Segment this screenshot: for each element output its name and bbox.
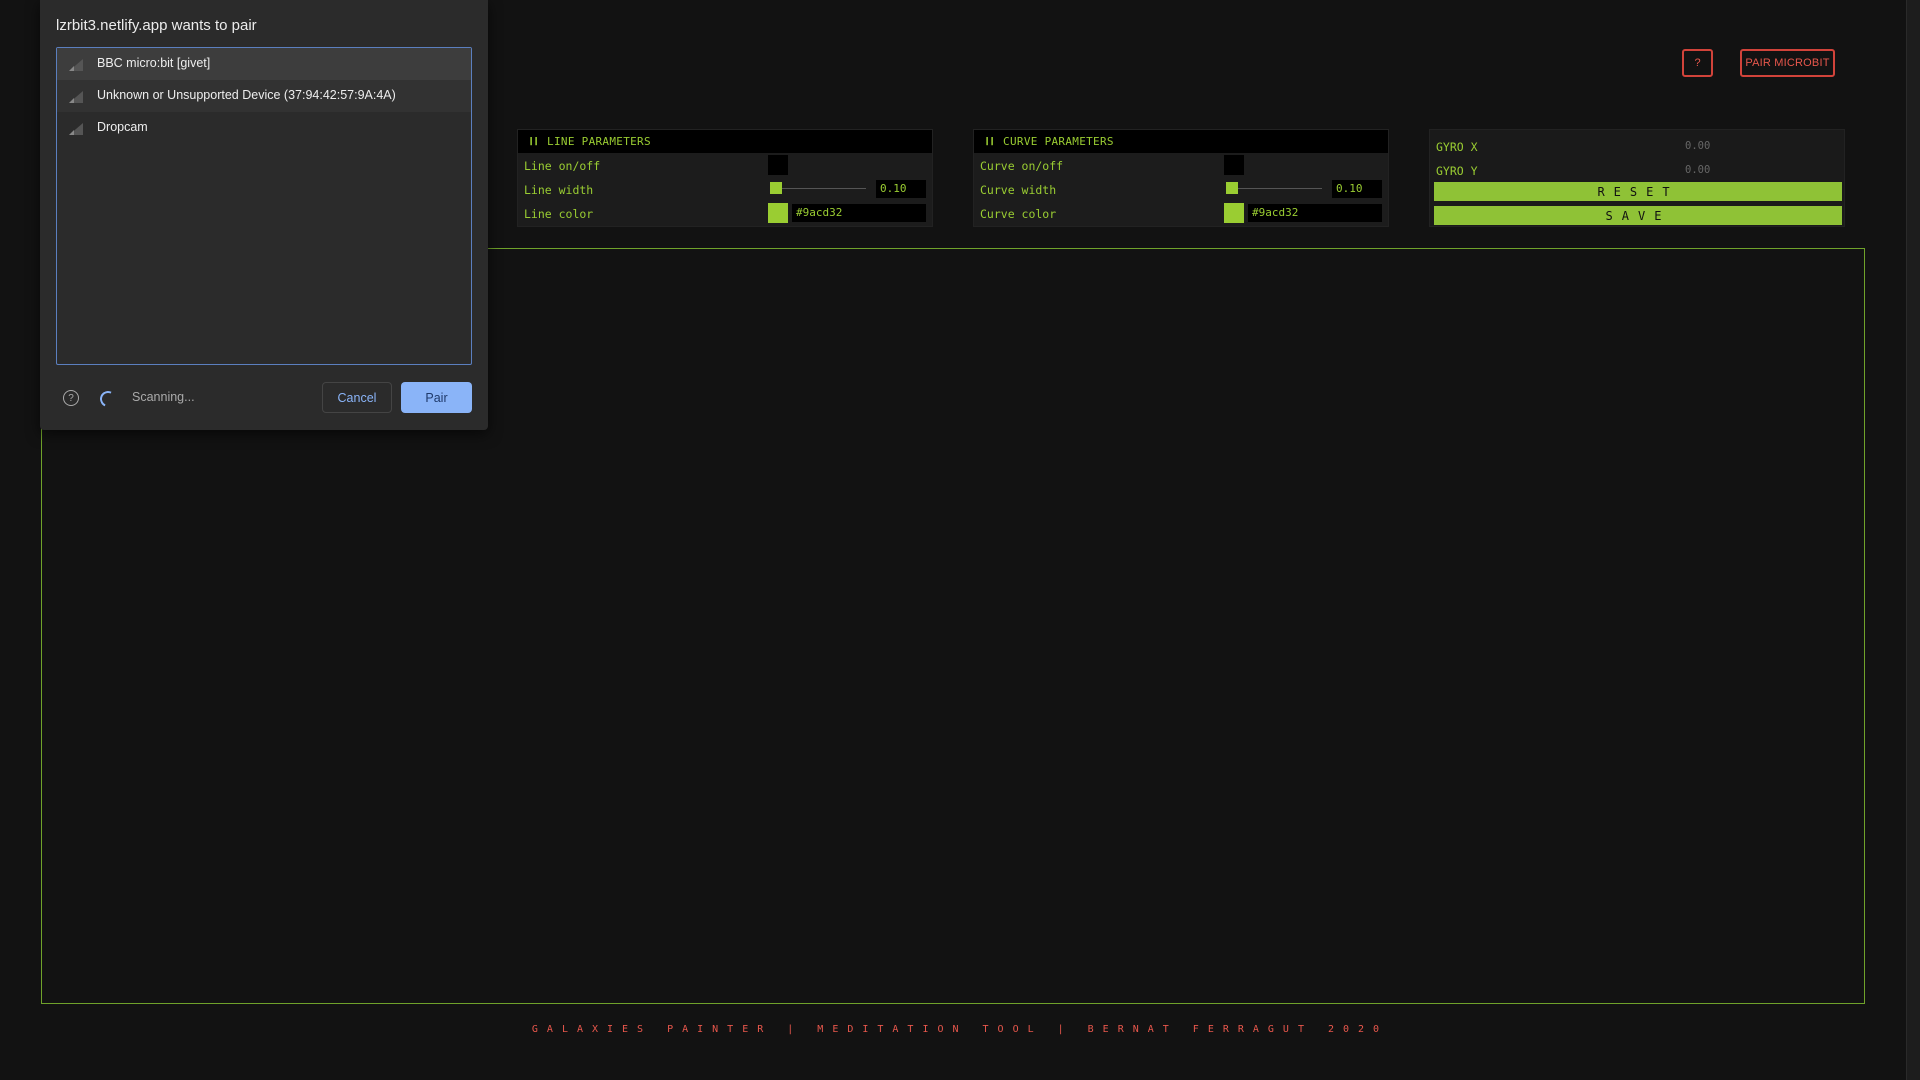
curve-parameters-title: CURVE PARAMETERS	[1003, 135, 1114, 148]
line-parameters-header[interactable]: ❙❙ LINE PARAMETERS	[518, 130, 932, 153]
pair-microbit-button[interactable]: PAIR MICROBIT	[1740, 49, 1835, 77]
line-width-row: Line width 0.10	[518, 177, 932, 201]
device-name: Unknown or Unsupported Device (37:94:42:…	[97, 88, 396, 102]
reset-button[interactable]: RESET	[1434, 182, 1842, 201]
signal-icon	[69, 123, 83, 135]
curve-parameters-panel: ❙❙ CURVE PARAMETERS Curve on/off Curve w…	[973, 129, 1389, 227]
curve-width-row: Curve width 0.10	[974, 177, 1388, 201]
footer-credits: GALAXIES PAINTER | MEDITATION TOOL | BER…	[531, 1024, 1389, 1035]
scanning-status: Scanning...	[132, 390, 195, 404]
line-parameters-panel: ❙❙ LINE PARAMETERS Line on/off Line widt…	[517, 129, 933, 227]
scrollbar-divider	[1906, 0, 1907, 1080]
gyro-panel: GYRO X 0.00 GYRO Y 0.00 RESET SAVE	[1429, 129, 1845, 227]
spinner-icon	[97, 388, 119, 410]
line-color-label: Line color	[524, 207, 594, 221]
line-onoff-row: Line on/off	[518, 153, 932, 177]
line-width-slider-thumb[interactable]	[770, 182, 782, 194]
curve-width-slider[interactable]	[1232, 188, 1322, 189]
gyro-x-value: 0.00	[1685, 140, 1711, 152]
curve-onoff-row: Curve on/off	[974, 153, 1388, 177]
gyro-x-label: GYRO X	[1436, 140, 1478, 154]
curve-onoff-checkbox[interactable]	[1224, 155, 1244, 175]
line-width-input[interactable]: 0.10	[876, 180, 926, 198]
gyro-y-row: GYRO Y 0.00	[1430, 158, 1844, 182]
curve-color-input[interactable]: #9acd32	[1248, 204, 1382, 222]
curve-color-row: Curve color #9acd32	[974, 201, 1388, 225]
signal-icon	[69, 91, 83, 103]
gyro-y-label: GYRO Y	[1436, 164, 1478, 178]
curve-onoff-label: Curve on/off	[980, 159, 1064, 173]
page-scrollbar[interactable]	[1906, 0, 1920, 1080]
line-width-slider[interactable]	[776, 188, 866, 189]
gyro-x-row: GYRO X 0.00	[1430, 134, 1844, 158]
pause-icon: ❙❙	[984, 136, 995, 147]
help-icon[interactable]: ?	[63, 390, 79, 406]
line-color-row: Line color #9acd32	[518, 201, 932, 225]
line-color-swatch[interactable]	[768, 203, 788, 223]
device-name: Dropcam	[97, 120, 148, 134]
gyro-y-value: 0.00	[1685, 164, 1711, 176]
device-item[interactable]: BBC micro:bit [givet]	[57, 48, 471, 80]
line-onoff-label: Line on/off	[524, 159, 601, 173]
pair-button[interactable]: Pair	[401, 382, 472, 413]
line-parameters-title: LINE PARAMETERS	[547, 135, 651, 148]
bluetooth-pair-dialog: lzrbit3.netlify.app wants to pair BBC mi…	[40, 0, 488, 430]
dialog-title: lzrbit3.netlify.app wants to pair	[56, 17, 257, 34]
signal-icon	[69, 59, 83, 71]
pause-icon: ❙❙	[528, 136, 539, 147]
cancel-button[interactable]: Cancel	[322, 382, 392, 413]
help-button[interactable]: ?	[1682, 49, 1713, 77]
device-name: BBC micro:bit [givet]	[97, 56, 211, 70]
line-onoff-checkbox[interactable]	[768, 155, 788, 175]
device-item[interactable]: Dropcam	[57, 112, 471, 144]
curve-color-label: Curve color	[980, 207, 1057, 221]
curve-width-label: Curve width	[980, 183, 1057, 197]
curve-parameters-header[interactable]: ❙❙ CURVE PARAMETERS	[974, 130, 1388, 153]
save-button[interactable]: SAVE	[1434, 206, 1842, 225]
canvas-top-border	[490, 248, 1865, 249]
line-width-label: Line width	[524, 183, 594, 197]
line-color-input[interactable]: #9acd32	[792, 204, 926, 222]
curve-width-slider-thumb[interactable]	[1226, 182, 1238, 194]
device-item[interactable]: Unknown or Unsupported Device (37:94:42:…	[57, 80, 471, 112]
device-list[interactable]: BBC micro:bit [givet] Unknown or Unsuppo…	[56, 47, 472, 365]
curve-width-input[interactable]: 0.10	[1332, 180, 1382, 198]
curve-color-swatch[interactable]	[1224, 203, 1244, 223]
